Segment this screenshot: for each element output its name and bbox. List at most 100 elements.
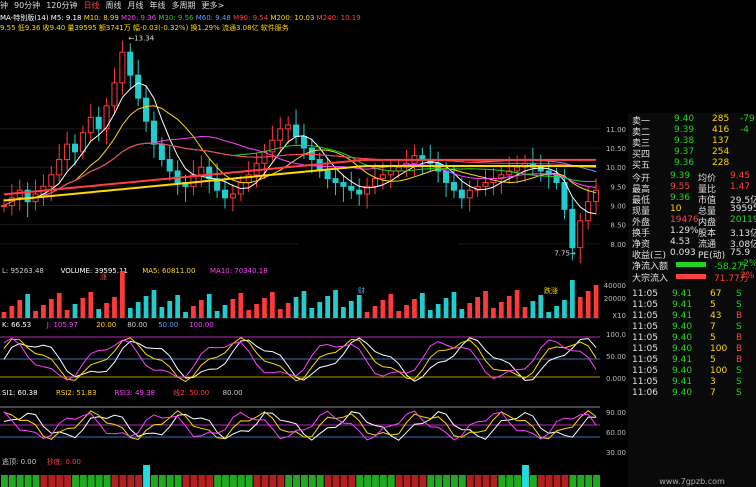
volume-bar — [270, 292, 275, 318]
volume-bar — [404, 305, 409, 318]
candle-body — [561, 182, 568, 210]
signal-bar — [364, 475, 372, 487]
candle-body — [450, 182, 457, 191]
candle-body — [443, 170, 450, 183]
tick-row-cell: B — [736, 344, 743, 354]
signal-bar — [72, 475, 79, 487]
signal-bar — [387, 475, 395, 487]
kdj-axis-label: 100.0 — [606, 331, 626, 339]
candle-body — [103, 105, 110, 130]
tick-row-cell: 11:05 — [632, 311, 658, 321]
signal-bar — [135, 475, 143, 487]
overlay-box — [298, 233, 458, 253]
volume-axis-label: 20000 — [604, 295, 626, 303]
kdj-axis-label: 50.00 — [606, 353, 626, 361]
volume-bar — [64, 310, 70, 318]
tab-1[interactable]: 90分钟 — [14, 1, 40, 10]
candle-body — [458, 189, 465, 199]
kdj-header-4: 50.00 — [158, 321, 178, 329]
flow-row-cell: 大宗流入 — [632, 274, 669, 284]
volume-axis-label: 40000 — [604, 282, 626, 290]
candle-body — [111, 82, 118, 107]
signal-bar — [103, 475, 111, 487]
tick-row: 11:05 9.41 5 B — [632, 355, 754, 366]
signal-bar — [229, 475, 237, 487]
stat-row-cell: 19476 — [670, 215, 699, 225]
volume-bar — [230, 299, 236, 318]
tab-7[interactable]: 多周期 — [171, 1, 195, 10]
candle-body — [95, 116, 102, 130]
candle-body — [71, 143, 79, 153]
high-marker: ←13.34 — [128, 35, 154, 43]
tab-8[interactable]: 更多> — [201, 1, 224, 10]
kdj-header-0: K: 66.53 — [2, 321, 31, 329]
signal-bar — [577, 475, 585, 487]
volume-bar — [522, 307, 528, 318]
tick-row-cell: 11:05 — [632, 355, 658, 365]
kdj-axis-label: 0.000 — [606, 375, 626, 383]
stat-row: 收益(三) 0.093 PE(动) 75.9 — [632, 248, 754, 261]
rsi-axis-label: 30.00 — [606, 449, 626, 457]
tab-4[interactable]: 周线 — [105, 1, 121, 10]
signal-bar — [301, 475, 308, 487]
candle-body — [127, 51, 134, 76]
signal-bar — [87, 475, 95, 487]
tick-row-cell: 11:05 — [632, 333, 658, 343]
tick-row-cell: S — [736, 366, 742, 376]
low-marker: 7.75→ — [554, 249, 576, 257]
tick-row-cell: B — [736, 311, 743, 321]
signal-bar — [569, 475, 577, 487]
candle-body — [277, 128, 284, 141]
stat-row-cell: 4.53 — [670, 237, 691, 247]
tab-5[interactable]: 月线 — [127, 1, 143, 10]
period-tabs: 钟 90分钟 120分钟 日线 周线 月线 年线 多周期 更多> — [0, 0, 428, 11]
order-row-cell: 228 — [712, 158, 730, 168]
rsi-header-2: RSI3: 49.38 — [115, 389, 155, 397]
volume-bar — [570, 280, 575, 318]
stat-row: 最高 9.55 量比 1.47 — [632, 182, 754, 195]
tick-row: 11:05 9.41 5 S — [632, 300, 754, 311]
signal-bar — [237, 475, 245, 487]
volume-bar — [546, 312, 552, 318]
volume-bar — [427, 310, 433, 318]
signal-bar — [340, 475, 348, 487]
tick-row-cell: 9.40 — [672, 322, 693, 332]
signal-bar — [24, 475, 32, 487]
tab-0[interactable]: 钟 — [0, 1, 8, 10]
tick-row-cell: 5 — [710, 333, 716, 343]
volume-bar — [222, 305, 228, 318]
volume-bar — [254, 304, 259, 318]
tick-row-cell: 7 — [710, 388, 716, 398]
quote-panel: 卖一 9.40 285 -79 卖二 9.39 416 -4 卖三 9.38 137 买四 9.37 25… — [628, 113, 756, 487]
candle-body — [229, 193, 236, 199]
signal-bar — [214, 475, 222, 487]
tab-3[interactable]: 日线 — [83, 1, 99, 10]
tick-row-cell: 11:05 — [632, 366, 658, 376]
order-row: 买四 9.37 254 — [632, 147, 754, 160]
tick-row-cell: 11:05 — [632, 377, 658, 387]
price-axis-label: 11.00 — [606, 126, 626, 134]
indicator-name[interactable]: MA-特别版(14) — [0, 14, 51, 22]
price-axis-label: 8.00 — [610, 241, 626, 249]
signal-bar — [158, 475, 166, 487]
signal-bar — [411, 475, 419, 487]
tick-row-cell: 9.41 — [672, 289, 693, 299]
volume-bar — [467, 303, 473, 318]
signal-bar — [514, 475, 522, 487]
candle-body — [143, 97, 150, 122]
volume-bar — [388, 294, 394, 318]
tick-row: 11:05 9.41 3 S — [632, 377, 754, 388]
candle-body — [387, 170, 394, 176]
volume-bar — [459, 309, 465, 318]
candle-body — [340, 182, 347, 187]
tab-6[interactable]: 年线 — [149, 1, 165, 10]
tab-2[interactable]: 120分钟 — [46, 1, 77, 10]
volume-bar — [341, 307, 346, 318]
tick-row-cell: 11:05 — [632, 289, 658, 299]
volume-bar — [293, 297, 299, 318]
signal-bar — [64, 475, 72, 487]
stat-row-cell: 0.093 — [670, 248, 696, 258]
volume-bar — [585, 291, 591, 318]
tick-row: 11:05 9.40 7 S — [632, 322, 754, 333]
signal-bar — [182, 475, 190, 487]
